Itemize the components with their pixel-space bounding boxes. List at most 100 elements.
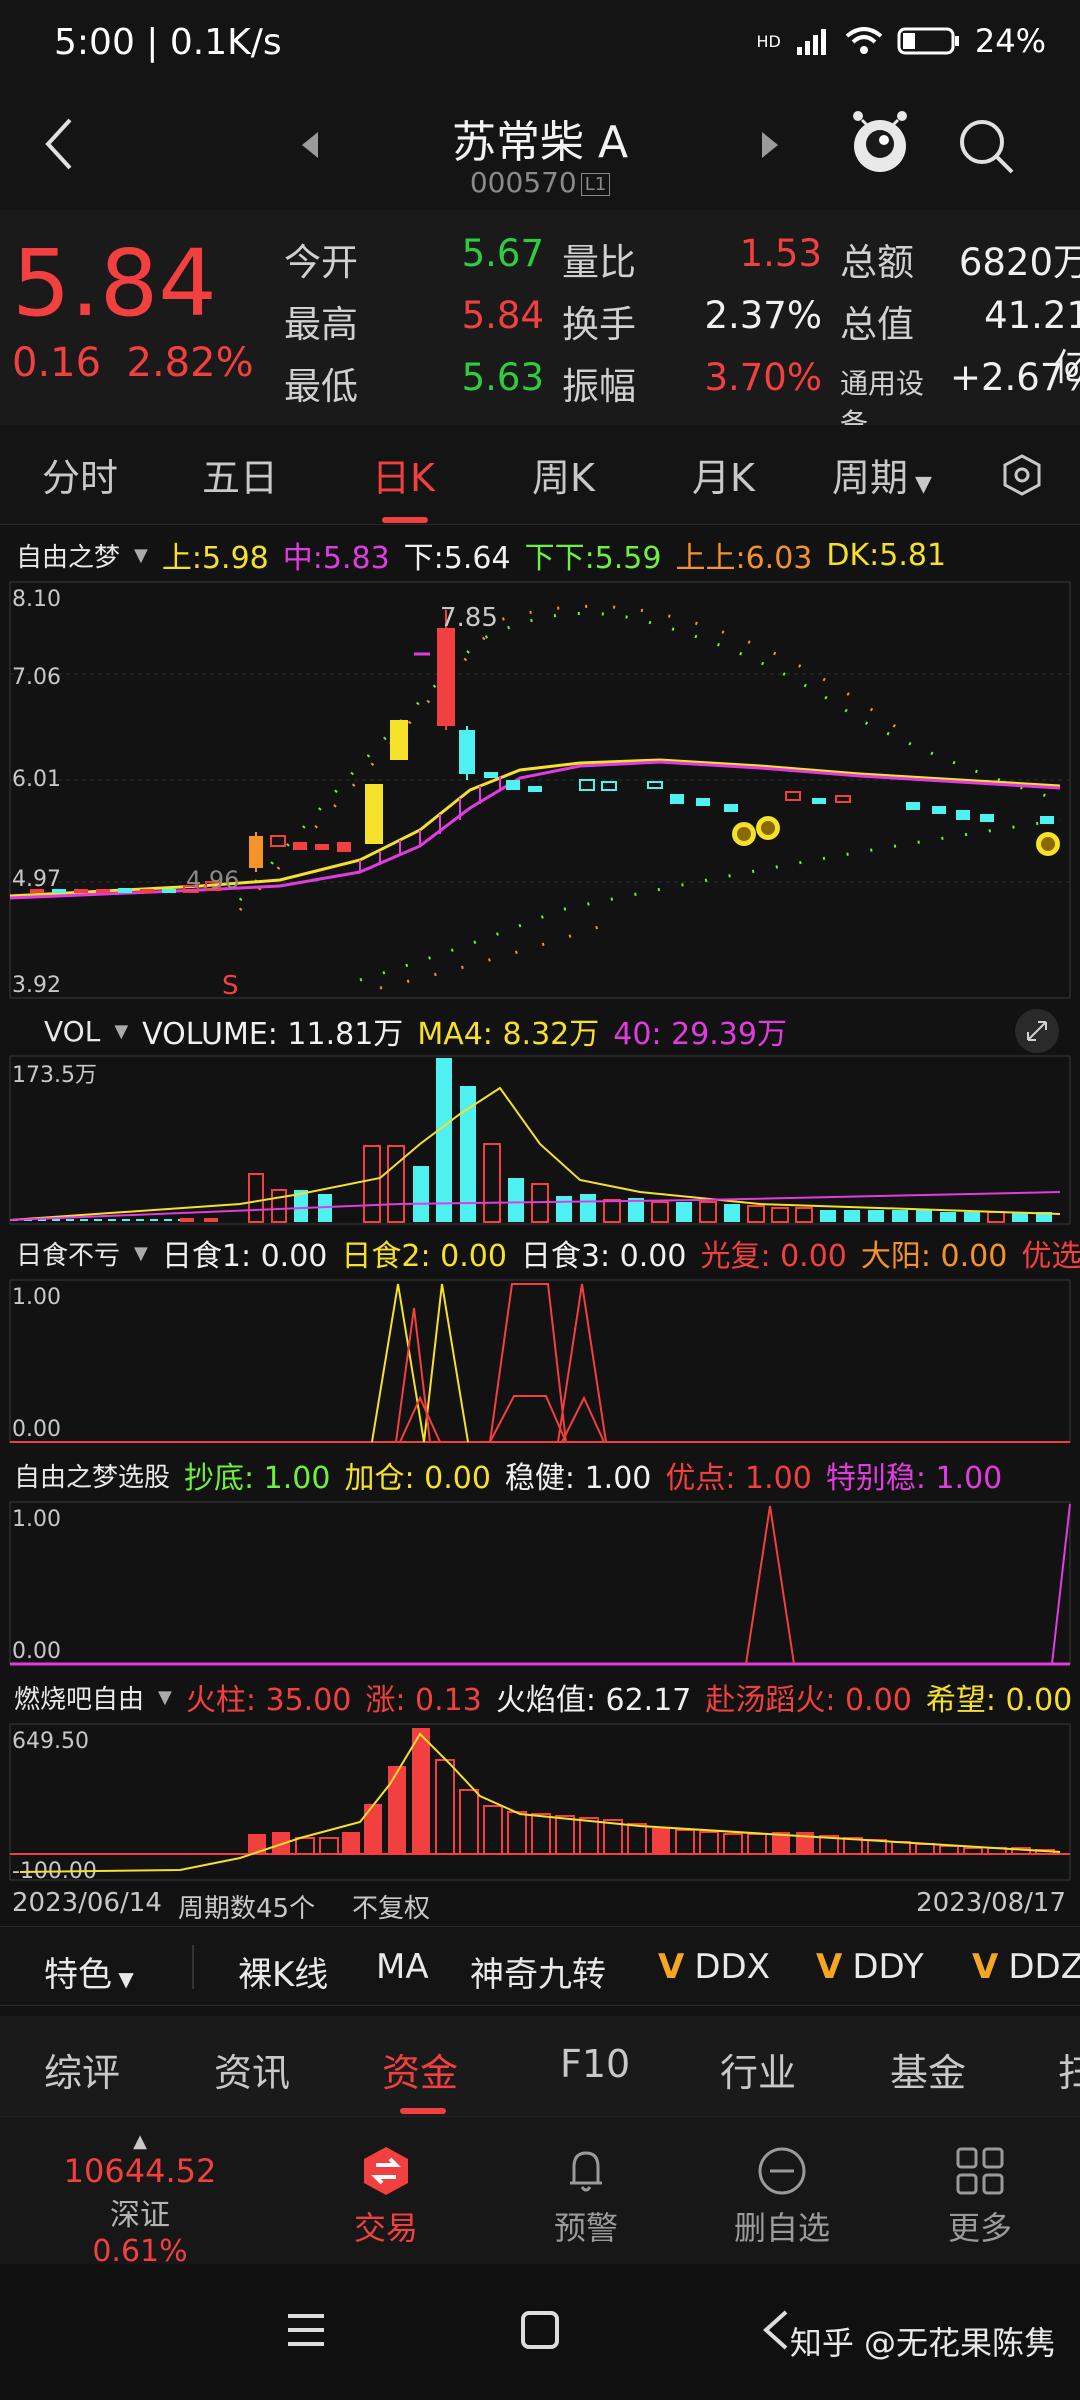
tab-intraday[interactable]: 分时: [42, 447, 118, 502]
date-start: 2023/06/14: [12, 1888, 162, 1918]
candle: [315, 844, 329, 850]
coin-badges-icon: [732, 816, 1060, 856]
nav-trade[interactable]: 交易: [316, 2145, 456, 2249]
active-tab-underline: [382, 517, 428, 523]
turnover-amount-label: 总额: [840, 241, 914, 284]
axis-label-bottom: 3.92: [12, 973, 61, 998]
candle: [74, 889, 88, 893]
kline-svg[interactable]: 8.10 7.06 6.01 4.97 3.92 7.85 4.96 S: [0, 580, 1080, 1001]
rishi-indicator-name[interactable]: 日食不亏: [16, 1235, 120, 1272]
search-icon[interactable]: [956, 116, 1018, 178]
tab-fund[interactable]: 基金: [890, 2042, 966, 2097]
xuangu-svg[interactable]: 1.00 0.00: [0, 1500, 1080, 1666]
xuangu-indicator-name[interactable]: 自由之梦选股: [14, 1457, 170, 1494]
nav-alert[interactable]: 预警: [516, 2145, 656, 2249]
ranshao-svg[interactable]: 649.50 -100.00: [0, 1722, 1080, 1884]
current-price: 5.84: [12, 230, 217, 337]
stock-header: 苏常柴 A 000570 L1: [0, 92, 1080, 210]
xuangu-chart[interactable]: 1.00 0.00: [0, 1500, 1080, 1666]
back-nav-icon[interactable]: [760, 2308, 790, 2352]
candle: [249, 836, 263, 868]
ranshao-huoyan: 火焰值: 62.17: [495, 1683, 692, 1718]
rishi-chart[interactable]: 1.00 0.00: [0, 1278, 1080, 1444]
naked-kline-button[interactable]: 裸K线: [238, 1947, 328, 1996]
candle: [390, 720, 408, 760]
tab-more-partial[interactable]: 扫: [1058, 2042, 1080, 2097]
dropdown-arrow-icon: ▼: [114, 1020, 129, 1042]
axis-label-3: 6.01: [12, 767, 61, 792]
tab-overview[interactable]: 综评: [44, 2042, 120, 2097]
volume-bars: [10, 1058, 1052, 1223]
tab-news[interactable]: 资讯: [214, 2042, 290, 2097]
tab-f10[interactable]: F10: [560, 2042, 630, 2086]
stock-name: 苏常柴 A: [451, 117, 629, 168]
candle: [956, 810, 970, 820]
tab-industry[interactable]: 行业: [720, 2042, 796, 2097]
tab-capital[interactable]: 资金: [382, 2042, 458, 2097]
ranshao-xiwang: 希望: 0.00: [925, 1683, 1073, 1718]
ind-upper: 上:5.98: [161, 541, 269, 576]
fire-bars: [248, 1728, 1055, 1855]
xuangu-indicator-row[interactable]: 自由之梦选股 抄底: 1.00 加仓: 0.00 稳健: 1.00 优点: 1.…: [0, 1450, 1080, 1500]
candle: [162, 889, 176, 893]
axis-label-top: 8.10: [12, 587, 61, 612]
xuangu-wenjian: 稳健: 1.00: [504, 1461, 652, 1496]
candle: [906, 802, 920, 810]
main-indicator-name[interactable]: 自由之梦: [16, 537, 120, 574]
ranshao-indicator-row[interactable]: 燃烧吧自由 ▼ 火柱: 35.00 涨: 0.13 火焰值: 62.17 赴汤蹈…: [0, 1672, 1080, 1722]
candle: [506, 780, 520, 790]
index-widget[interactable]: ▲ 10644.52 深证 0.61%: [60, 2131, 220, 2269]
xuangu-chaodi: 抄底: 1.00: [184, 1461, 331, 1496]
ind-upper-upper: 上上:6.03: [675, 541, 813, 576]
expand-icon[interactable]: [1014, 1008, 1060, 1054]
ranshao-chart[interactable]: 649.50 -100.00: [0, 1722, 1080, 1884]
nav-trade-label: 交易: [353, 2209, 418, 2247]
vol-indicator-name[interactable]: VOL: [44, 1015, 100, 1048]
ranshao-huozhu: 火柱: 35.00: [185, 1683, 352, 1718]
status-icons: HD 24%: [757, 22, 1046, 60]
special-dropdown[interactable]: 特色 ▼: [44, 1947, 134, 1996]
magic-nine-button[interactable]: 神奇九转: [470, 1947, 606, 1996]
candle: [579, 779, 595, 791]
ddz-button[interactable]: V DDZ: [972, 1947, 1080, 1987]
kline-chart[interactable]: 8.10 7.06 6.01 4.97 3.92 7.85 4.96 S: [0, 580, 1080, 1001]
ind-middle: 中:5.83: [282, 541, 390, 576]
nav-more[interactable]: 更多: [910, 2145, 1050, 2249]
rishi-indicator-row[interactable]: 日食不亏 ▼ 日食1: 0.00 日食2: 0.00 日食3: 0.00 光复:…: [0, 1228, 1080, 1278]
index-value: 10644.52: [63, 2152, 217, 2190]
rishi-svg[interactable]: 1.00 0.00: [0, 1278, 1080, 1444]
vol-indicator-row[interactable]: VOL ▼ VOLUME: 11.81万 MA4: 8.32万 40: 29.3…: [0, 1006, 1080, 1056]
next-stock-icon[interactable]: [758, 130, 782, 160]
volume-chart[interactable]: 173.5万: [0, 1054, 1080, 1226]
mascot-icon[interactable]: [848, 108, 912, 180]
ranshao-indicator-name[interactable]: 燃烧吧自由: [14, 1679, 144, 1716]
tab-period-dropdown[interactable]: 周期 ▼: [832, 447, 932, 502]
tab-weekly-k[interactable]: 周K: [532, 447, 595, 502]
rishi-2: 日食2: 0.00: [341, 1239, 507, 1274]
period-label: 周期: [832, 456, 909, 500]
main-indicator-row[interactable]: 自由之梦 ▼ 上:5.98 中:5.83 下:5.64 下下:5.59 上上:6…: [0, 530, 1080, 580]
status-bar: 5:00 | 0.1K/s HD 24%: [0, 0, 1080, 92]
settings-hexagon-icon[interactable]: [1000, 453, 1044, 497]
candles: [30, 610, 1054, 893]
candle: [980, 814, 994, 822]
envelope-dots: [238, 604, 1061, 990]
nav-remove-watchlist[interactable]: 删自选: [712, 2145, 852, 2249]
ma-button[interactable]: MA: [376, 1947, 429, 1987]
tab-monthly-k[interactable]: 月K: [692, 447, 755, 502]
menu-icon[interactable]: [286, 2312, 326, 2348]
tab-daily-k[interactable]: 日K: [372, 447, 435, 502]
trade-icon: [364, 2147, 408, 2195]
ddx-button[interactable]: V DDX: [658, 1947, 770, 1987]
xuangu-line-red: [745, 1505, 795, 1665]
minus-circle-icon: [758, 2147, 806, 2195]
home-icon[interactable]: [520, 2310, 560, 2350]
tab-five-day[interactable]: 五日: [202, 447, 278, 502]
ddy-button[interactable]: V DDY: [816, 1947, 924, 1987]
ranshao-axis-top: 649.50: [12, 1729, 89, 1754]
open-label: 今开: [284, 241, 358, 284]
volume-svg[interactable]: 173.5万: [0, 1054, 1080, 1226]
change-value: 0.16: [12, 340, 102, 386]
toolbar-divider: [192, 1945, 194, 1989]
turnover-amount-value: 6820万: [958, 241, 1080, 284]
